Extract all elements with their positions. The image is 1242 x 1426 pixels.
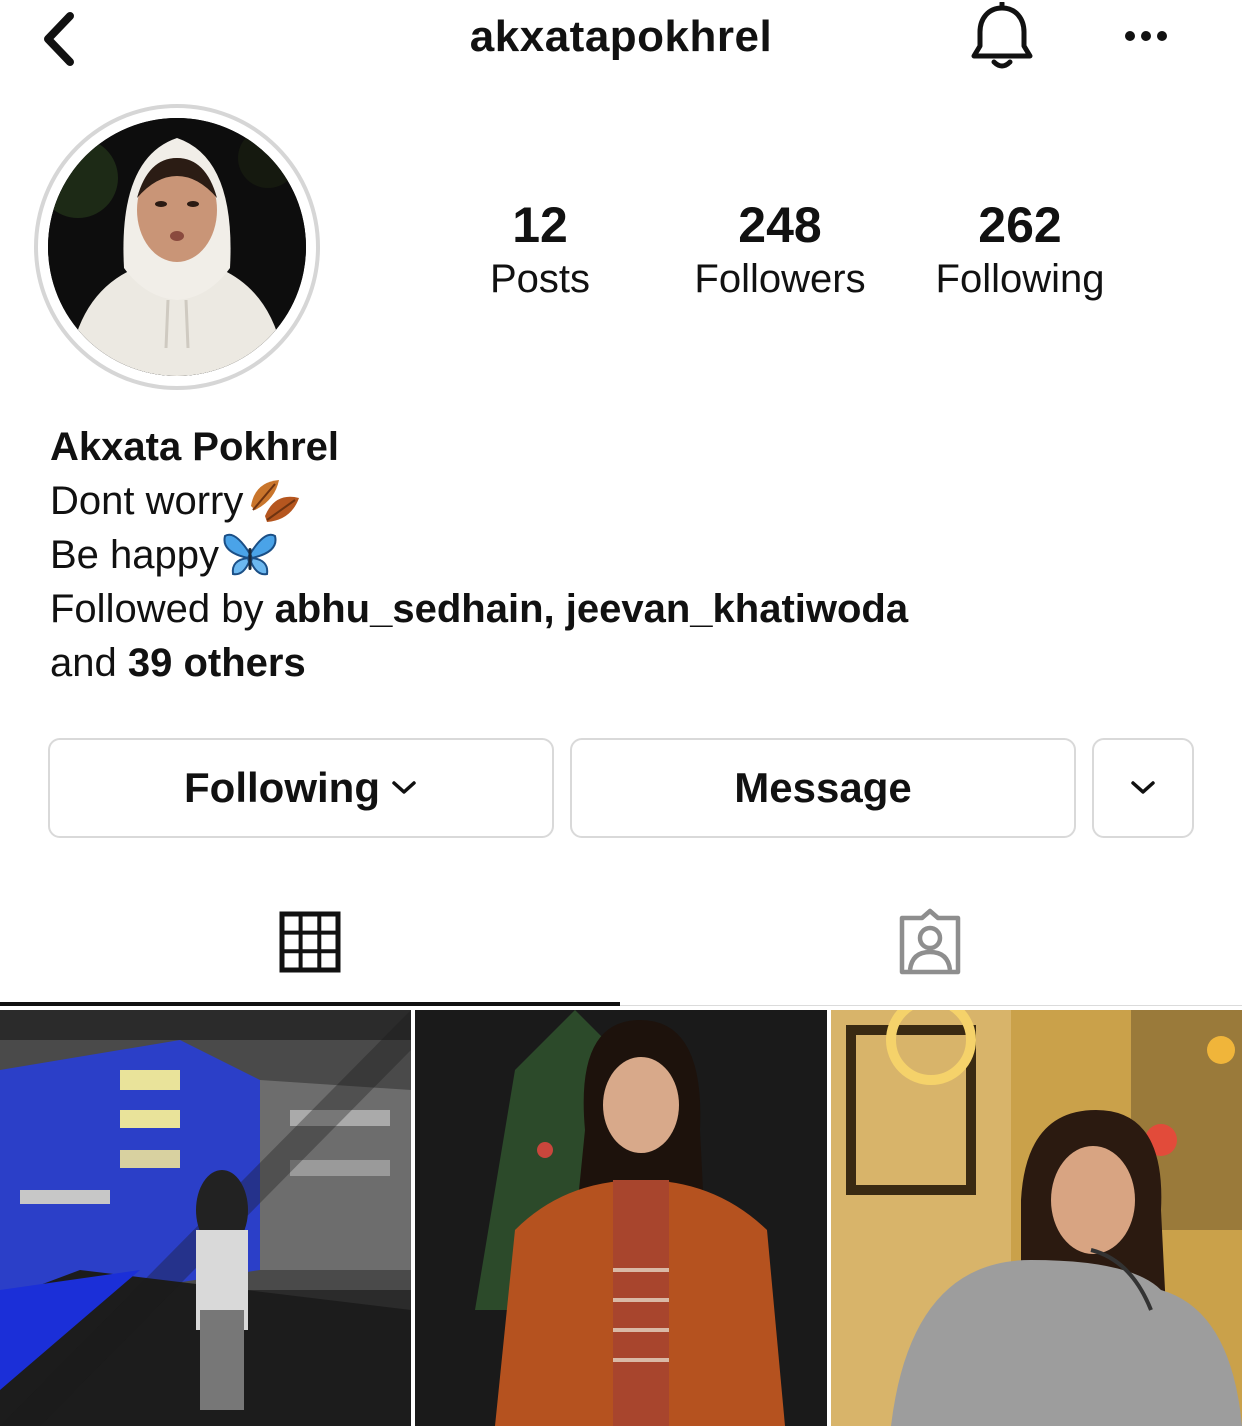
chevron-down-icon [1131,781,1155,794]
followed-by-others[interactable]: 39 others [128,636,306,690]
bio-line-2: Be happy [50,528,908,582]
more-horizontal-icon[interactable] [1120,26,1172,46]
bio-line-2-text: Be happy [50,533,220,577]
followed-by-and: and [50,641,128,685]
active-tab-indicator [0,1002,620,1006]
tab-divider [620,1005,1242,1006]
top-bar: akxatapokhrel [0,0,1242,80]
chevron-down-icon [392,781,416,794]
tagged-person-icon [899,908,961,975]
profile-username: akxatapokhrel [469,12,773,61]
avatar[interactable] [48,118,306,376]
bell-icon[interactable] [968,2,1036,74]
followers-count-label: Followers [694,257,866,301]
followed-by-line[interactable]: Followed by abhu_sedhain, jeevan_khatiwo… [50,582,908,636]
followers-count-value: 248 [738,197,822,253]
followed-by-prefix: Followed by [50,587,275,631]
post-thumbnail[interactable] [0,1010,411,1426]
following-count-value: 262 [978,197,1062,253]
bio-line-1: Dont worry [50,474,908,528]
fallen-leaf-icon [251,480,300,522]
post-thumbnail[interactable] [831,1010,1242,1426]
tab-tagged[interactable] [620,880,1240,1004]
message-button[interactable]: Message [570,738,1076,838]
post-thumbnail[interactable] [415,1010,827,1426]
butterfly-icon [223,533,277,576]
followed-by-users[interactable]: abhu_sedhain, jeevan_khatiwoda [275,582,909,636]
posts-count[interactable]: 12 Posts [430,196,650,304]
followers-count[interactable]: 248 Followers [670,196,890,304]
grid-icon [279,911,341,973]
posts-count-value: 12 [512,197,568,253]
followed-by-others-line[interactable]: and 39 others [50,636,908,690]
display-name: Akxata Pokhrel [50,425,340,469]
message-button-label: Message [734,764,912,811]
following-button-label: Following [184,764,380,811]
following-button[interactable]: Following [48,738,554,838]
posts-count-label: Posts [489,257,591,301]
following-count-label: Following [935,257,1105,301]
profile-bio: Akxata Pokhrel Dont worry Be happy Follo… [50,420,908,690]
tab-posts-grid[interactable] [0,880,620,1004]
suggested-accounts-button[interactable] [1092,738,1194,838]
following-count[interactable]: 262 Following [910,196,1130,304]
bio-line-1-text: Dont worry [50,479,244,523]
posts-grid [0,1010,1242,1426]
